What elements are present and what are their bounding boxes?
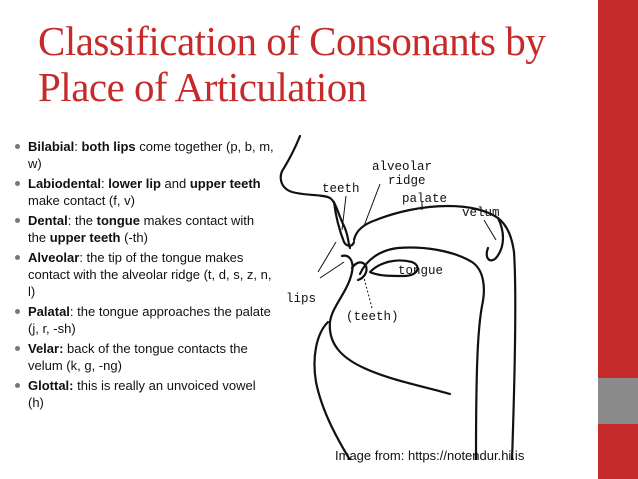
- bullet-text: and: [160, 176, 190, 191]
- label-teeth-lower: (teeth): [346, 310, 399, 324]
- bullet-term: Bilabial: [28, 139, 75, 154]
- bullet-emphasis: tongue: [96, 213, 140, 228]
- title-line-1: Classification of Consonants by: [38, 18, 546, 64]
- bullet-text: make contact (f, v): [28, 193, 135, 208]
- bullet-glottal: Glottal: this is really an unvoiced vowe…: [12, 377, 274, 411]
- leader-lips-lower: [319, 261, 345, 279]
- bullet-term: Dental: [28, 213, 68, 228]
- image-credit-caption: Image from: https://notendur.hi.is: [335, 448, 525, 463]
- bullet-text: (-th): [120, 230, 148, 245]
- bullet-velar: Velar: back of the tongue contacts the v…: [12, 340, 274, 374]
- lower-teeth-outline: [350, 261, 368, 282]
- label-ridge: ridge: [388, 174, 426, 188]
- bullet-term: Alveolar: [28, 250, 80, 265]
- bullet-term: Palatal: [28, 304, 70, 319]
- leader-teeth-lower: [363, 277, 373, 309]
- velum-outline: [485, 216, 505, 262]
- bullet-palatal: Palatal: the tongue approaches the palat…: [12, 303, 274, 337]
- pharynx-wall: [510, 250, 517, 460]
- leader-velum: [483, 219, 497, 241]
- label-palate: palate: [402, 192, 447, 206]
- label-velum: velum: [462, 206, 500, 220]
- bullet-term: Glottal:: [28, 378, 74, 393]
- bullet-sep: : the: [67, 213, 97, 228]
- bullet-list: Bilabial: both lips come together (p, b,…: [12, 138, 274, 414]
- slide-title: Classification of Consonants by Place of…: [38, 18, 593, 110]
- bullet-term: Velar:: [28, 341, 64, 356]
- title-line-2: Place of Articulation: [38, 64, 367, 110]
- label-alveolar: alveolar: [372, 160, 432, 174]
- slide: Classification of Consonants by Place of…: [0, 0, 638, 479]
- tongue-outline: [358, 246, 485, 460]
- bullet-emphasis: both lips: [81, 139, 136, 154]
- chin-outline: [313, 320, 352, 460]
- bullet-sep: :: [79, 250, 87, 265]
- vocal-tract-diagram: alveolar ridge teeth palate velum tongue…: [272, 122, 554, 460]
- bullet-bilabial: Bilabial: both lips come together (p, b,…: [12, 138, 274, 172]
- label-tongue: tongue: [398, 264, 443, 278]
- bullet-emphasis: upper teeth: [49, 230, 121, 245]
- vocal-tract-svg: alveolar ridge teeth palate velum tongue…: [279, 134, 517, 460]
- accent-bar-gray-segment: [598, 378, 638, 424]
- label-lips: lips: [286, 292, 316, 306]
- bullet-emphasis: lower lip: [108, 176, 161, 191]
- leader-lips-upper: [317, 241, 337, 273]
- bullet-dental: Dental: the tongue makes contact with th…: [12, 212, 274, 246]
- accent-bar: [598, 0, 638, 479]
- bullet-alveolar: Alveolar: the tip of the tongue makes co…: [12, 249, 274, 300]
- label-teeth: teeth: [322, 182, 360, 196]
- bullet-labiodental: Labiodental: lower lip and upper teeth m…: [12, 175, 274, 209]
- bullet-emphasis: upper teeth: [189, 176, 261, 191]
- bullet-term: Labiodental: [28, 176, 101, 191]
